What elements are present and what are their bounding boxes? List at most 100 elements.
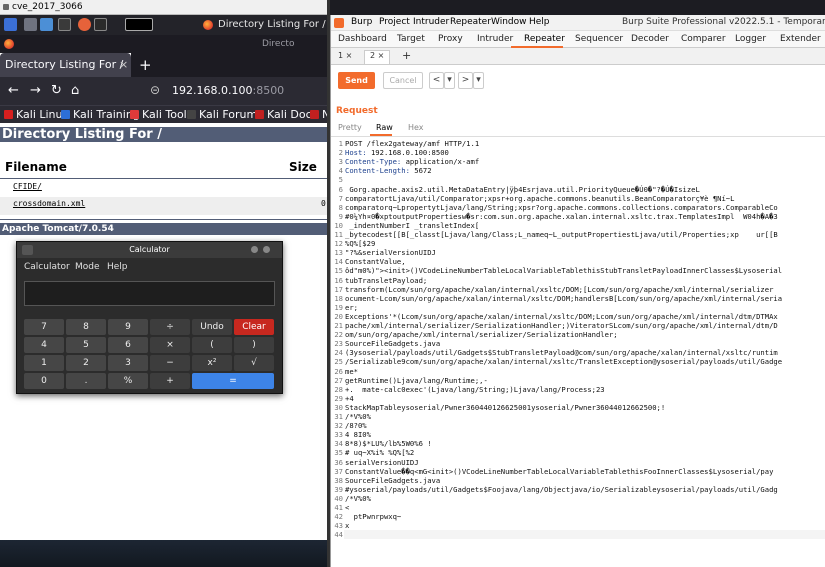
site-info-icon[interactable]: ⊝ <box>150 83 160 97</box>
calculator-display[interactable] <box>24 281 275 306</box>
calc-key[interactable]: 5 <box>66 337 106 353</box>
bookmark-kali-docs[interactable]: Kali Docs <box>255 108 317 121</box>
cancel-button[interactable]: Cancel <box>383 72 423 89</box>
forward-history-button[interactable]: > <box>458 72 473 89</box>
calc-key[interactable]: √ <box>234 355 274 371</box>
tab-target[interactable]: Target <box>397 34 425 44</box>
tab-strip <box>131 53 330 77</box>
menu-repeater[interactable]: Repeater <box>450 17 491 27</box>
calc-key[interactable]: ) <box>234 337 274 353</box>
line-number: 27 <box>334 375 343 385</box>
calc-key[interactable]: Clear <box>234 319 274 335</box>
menu-calculator[interactable]: Calculator <box>24 262 70 272</box>
menu-help[interactable]: Help <box>529 17 550 27</box>
workspace-preview[interactable] <box>125 18 153 31</box>
calc-key[interactable]: 2 <box>66 355 106 371</box>
calc-key[interactable]: + <box>150 373 190 389</box>
desktop: cve_2017_3066 Directory Listing For / Di… <box>0 0 825 567</box>
bookmark-kali-forums[interactable]: Kali Forums <box>187 108 263 121</box>
line-number: 8 <box>338 202 343 212</box>
burp-logo-icon <box>334 18 344 28</box>
menu-burp[interactable]: Burp <box>351 17 372 27</box>
file-link[interactable]: crossdomain.xml <box>13 199 85 208</box>
request-editor[interactable]: 1 POST /flex2gateway/amf HTTP/1.1 2 Host: 1… <box>331 136 825 567</box>
firefox-launcher-icon[interactable] <box>78 18 91 31</box>
calc-key[interactable]: 3 <box>108 355 148 371</box>
tab-dashboard[interactable]: Dashboard <box>338 34 387 44</box>
calc-key[interactable]: × <box>150 337 190 353</box>
request-line: om/sun/org/apache/xml/internal/serialize… <box>345 330 618 340</box>
file-link[interactable]: CFIDE/ <box>13 182 42 191</box>
calc-key[interactable]: 8 <box>66 319 106 335</box>
tab-sequencer[interactable]: Sequencer <box>575 34 623 44</box>
calc-key[interactable]: − <box>150 355 190 371</box>
tab-decoder[interactable]: Decoder <box>631 34 669 44</box>
tab-proxy[interactable]: Proxy <box>438 34 463 44</box>
forward-history-dropdown[interactable]: ▾ <box>473 72 484 89</box>
request-line: /Serializable9com/sun/org/apache/xalan/i… <box>345 357 783 367</box>
line-number: 10 <box>334 220 343 230</box>
calc-key[interactable]: . <box>66 373 106 389</box>
bookmark-kali-tools[interactable]: Kali Tools <box>130 108 192 121</box>
vm-title: cve_2017_3066 <box>12 2 83 12</box>
close-tab-icon[interactable]: × <box>119 58 128 71</box>
menu-window[interactable]: Window <box>491 17 527 27</box>
bookmark-kali-training[interactable]: Kali Training <box>61 108 140 121</box>
calc-key[interactable]: ÷ <box>150 319 190 335</box>
menu-mode[interactable]: Mode <box>75 262 100 272</box>
menu-intruder[interactable]: Intruder <box>413 17 449 27</box>
home-icon[interactable]: ⌂ <box>71 83 79 98</box>
calc-key[interactable]: 1 <box>24 355 64 371</box>
new-tab-button[interactable]: + <box>139 56 152 74</box>
forward-icon[interactable]: → <box>30 83 41 98</box>
menu-project[interactable]: Project <box>379 17 410 27</box>
kali-menu-icon[interactable] <box>4 18 17 31</box>
reload-icon[interactable]: ↻ <box>51 83 62 98</box>
tab-logger[interactable]: Logger <box>735 34 766 44</box>
line-number: 7 <box>338 193 343 203</box>
files-icon[interactable] <box>40 18 53 31</box>
calc-key[interactable]: 6 <box>108 337 148 353</box>
calc-key[interactable]: Undo <box>192 319 232 335</box>
calc-key[interactable]: = <box>192 373 274 389</box>
close-icon[interactable] <box>263 246 270 253</box>
line-number: 12 <box>334 239 343 249</box>
column-header-filename: Filename <box>5 160 67 174</box>
calculator-menubar: Calculator Mode Help <box>17 258 282 278</box>
repeater-tab-2[interactable]: 2 × <box>364 50 391 64</box>
bookmark-kali-linux[interactable]: Kali Linux <box>4 108 69 121</box>
terminal2-icon[interactable] <box>94 18 107 31</box>
add-repeater-tab-button[interactable]: + <box>397 49 416 63</box>
bookmarks-toolbar: Kali Linux Kali Training Kali Tools Kali… <box>0 105 330 123</box>
tab-extender[interactable]: Extender <box>780 34 821 44</box>
calc-key[interactable]: x² <box>192 355 232 371</box>
calc-key[interactable]: 0 <box>24 373 64 389</box>
send-button[interactable]: Send <box>338 72 375 89</box>
url-bar[interactable]: 192.168.0.100:8500 <box>172 84 284 97</box>
calc-key[interactable]: 9 <box>108 319 148 335</box>
calc-key[interactable]: % <box>108 373 148 389</box>
calc-key[interactable]: ( <box>192 337 232 353</box>
tab-hex[interactable]: Hex <box>408 123 424 132</box>
calculator-titlebar[interactable]: Calculator <box>17 242 282 258</box>
menu-help[interactable]: Help <box>107 262 128 272</box>
browser-tab[interactable]: Directory Listing For / × <box>0 53 131 77</box>
tab-intruder[interactable]: Intruder <box>477 34 513 44</box>
back-icon[interactable]: ← <box>8 83 19 98</box>
calc-key[interactable]: 7 <box>24 319 64 335</box>
workspace-icon[interactable] <box>24 18 37 31</box>
terminal-icon[interactable] <box>58 18 71 31</box>
line-number: 16 <box>334 275 343 285</box>
tab-repeater[interactable]: Repeater <box>524 34 565 44</box>
back-history-button[interactable]: < <box>429 72 444 89</box>
taskbar-window-title[interactable]: Directory Listing For / <box>218 19 326 30</box>
calc-key[interactable]: 4 <box>24 337 64 353</box>
tab-raw[interactable]: Raw <box>376 123 393 132</box>
tab-pretty[interactable]: Pretty <box>338 123 362 132</box>
firefox-logo-icon <box>4 39 14 49</box>
minimize-icon[interactable] <box>251 246 258 253</box>
request-line: POST /flex2gateway/amf HTTP/1.1 <box>345 139 480 148</box>
back-history-dropdown[interactable]: ▾ <box>444 72 455 89</box>
tab-comparer[interactable]: Comparer <box>681 34 726 44</box>
repeater-tab-1[interactable]: 1 × <box>333 51 357 65</box>
